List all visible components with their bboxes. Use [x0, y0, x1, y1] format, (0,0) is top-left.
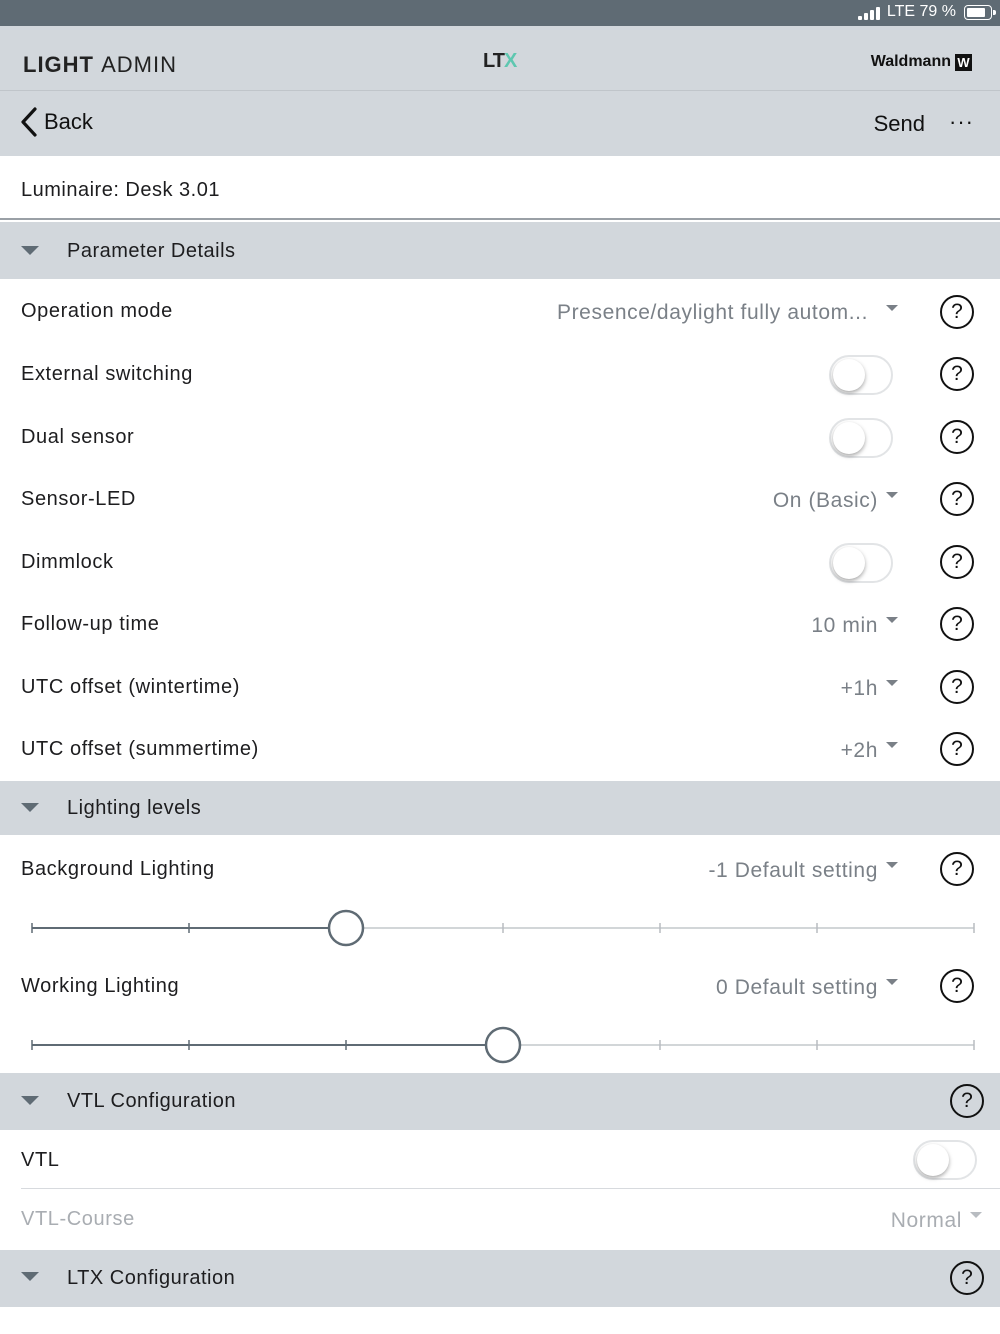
working-lighting-dropdown[interactable]: 0 Default setting: [716, 976, 878, 1000]
background-lighting-label: Background Lighting: [21, 858, 215, 880]
utc-summer-dropdown[interactable]: +2h: [841, 739, 878, 763]
help-icon[interactable]: ?: [940, 732, 974, 766]
help-icon[interactable]: ?: [950, 1084, 984, 1118]
dropdown-caret-icon: [970, 1212, 982, 1218]
collapse-triangle-icon: [21, 1272, 39, 1281]
section-title: VTL Configuration: [67, 1090, 236, 1112]
battery-percent: 79 %: [919, 3, 956, 20]
vtl-course-label: VTL-Course: [21, 1208, 135, 1230]
slider-thumb: [484, 1026, 522, 1064]
section-lighting-levels[interactable]: Lighting levels: [0, 781, 1000, 835]
sensor-led-dropdown[interactable]: On (Basic): [773, 489, 878, 513]
status-text: LTE 79 %: [887, 3, 956, 21]
section-vtl-configuration[interactable]: VTL Configuration ?: [0, 1073, 1000, 1130]
dimmlock-toggle[interactable]: [829, 543, 893, 583]
dropdown-caret-icon: [886, 742, 898, 748]
external-switching-label: External switching: [21, 363, 193, 385]
vtl-label: VTL: [21, 1149, 60, 1171]
dropdown-caret-icon: [886, 862, 898, 868]
row-divider: [21, 1188, 1000, 1189]
slider-graphic: [31, 909, 975, 947]
operation-mode-dropdown[interactable]: Presence/daylight fully autom...: [557, 301, 868, 325]
collapse-triangle-icon: [21, 1096, 39, 1105]
dual-sensor-label: Dual sensor: [21, 426, 135, 448]
dropdown-caret-icon: [886, 680, 898, 686]
ltx-logo: LTX: [483, 50, 517, 73]
waldmann-logo-icon: W: [955, 53, 972, 71]
help-icon[interactable]: ?: [940, 420, 974, 454]
background-lighting-slider[interactable]: [31, 908, 975, 948]
network-label: LTE: [886, 3, 916, 20]
app-header: LIGHT ADMIN LTX Waldmann W: [0, 26, 1000, 90]
section-title: Parameter Details: [67, 240, 236, 262]
help-icon[interactable]: ?: [940, 670, 974, 704]
back-button[interactable]: Back: [20, 107, 93, 137]
status-bar: LTE 79 %: [0, 0, 1000, 26]
dual-sensor-toggle[interactable]: [829, 418, 893, 458]
chevron-left-icon: [21, 107, 37, 137]
dropdown-caret-icon: [886, 305, 898, 311]
collapse-triangle-icon: [21, 803, 39, 812]
help-icon[interactable]: ?: [940, 969, 974, 1003]
back-label: Back: [44, 109, 93, 134]
utc-winter-dropdown[interactable]: +1h: [841, 677, 878, 701]
app-title: LIGHT ADMIN: [23, 52, 177, 78]
background-lighting-dropdown[interactable]: -1 Default setting: [708, 859, 878, 883]
slider-thumb: [327, 909, 365, 947]
help-icon[interactable]: ?: [950, 1261, 984, 1295]
ltx-logo-main: LT: [483, 50, 505, 72]
help-icon[interactable]: ?: [940, 482, 974, 516]
more-options-icon[interactable]: ···: [949, 109, 974, 135]
utc-winter-label: UTC offset (wintertime): [21, 676, 241, 698]
sensor-led-label: Sensor-LED: [21, 488, 136, 510]
operation-mode-label: Operation mode: [21, 300, 173, 322]
app-title-rest: ADMIN: [101, 52, 178, 77]
luminaire-row: Luminaire: Desk 3.01: [0, 156, 1000, 220]
help-icon[interactable]: ?: [940, 852, 974, 886]
ltx-logo-accent: X: [503, 50, 517, 72]
brand-name: Waldmann: [870, 53, 951, 70]
working-lighting-slider[interactable]: [31, 1025, 975, 1065]
working-lighting-label: Working Lighting: [21, 975, 180, 997]
help-icon[interactable]: ?: [940, 607, 974, 641]
follow-up-time-label: Follow-up time: [21, 613, 160, 635]
slider-graphic: [31, 1026, 975, 1064]
dropdown-caret-icon: [886, 617, 898, 623]
dimmlock-label: Dimmlock: [21, 551, 114, 573]
collapse-triangle-icon: [21, 246, 39, 255]
external-switching-toggle[interactable]: [829, 355, 893, 395]
luminaire-name: Luminaire: Desk 3.01: [21, 179, 220, 201]
app-title-bold: LIGHT: [23, 52, 94, 77]
help-icon[interactable]: ?: [940, 295, 974, 329]
vtl-course-dropdown[interactable]: Normal: [891, 1209, 962, 1233]
section-title: LTX Configuration: [67, 1267, 236, 1289]
nav-bar: Back Send ···: [0, 91, 1000, 156]
signal-icon: [858, 7, 880, 20]
vtl-toggle[interactable]: [913, 1140, 977, 1180]
battery-icon: [964, 5, 996, 20]
utc-summer-label: UTC offset (summertime): [21, 738, 259, 760]
send-button[interactable]: Send: [874, 111, 925, 137]
dropdown-caret-icon: [886, 979, 898, 985]
section-title: Lighting levels: [67, 797, 202, 819]
follow-up-time-dropdown[interactable]: 10 min: [811, 614, 878, 638]
section-parameter-details[interactable]: Parameter Details: [0, 222, 1000, 279]
dropdown-caret-icon: [886, 492, 898, 498]
help-icon[interactable]: ?: [940, 545, 974, 579]
section-ltx-configuration[interactable]: LTX Configuration ?: [0, 1250, 1000, 1307]
waldmann-brand: Waldmann W: [871, 53, 972, 71]
help-icon[interactable]: ?: [940, 357, 974, 391]
